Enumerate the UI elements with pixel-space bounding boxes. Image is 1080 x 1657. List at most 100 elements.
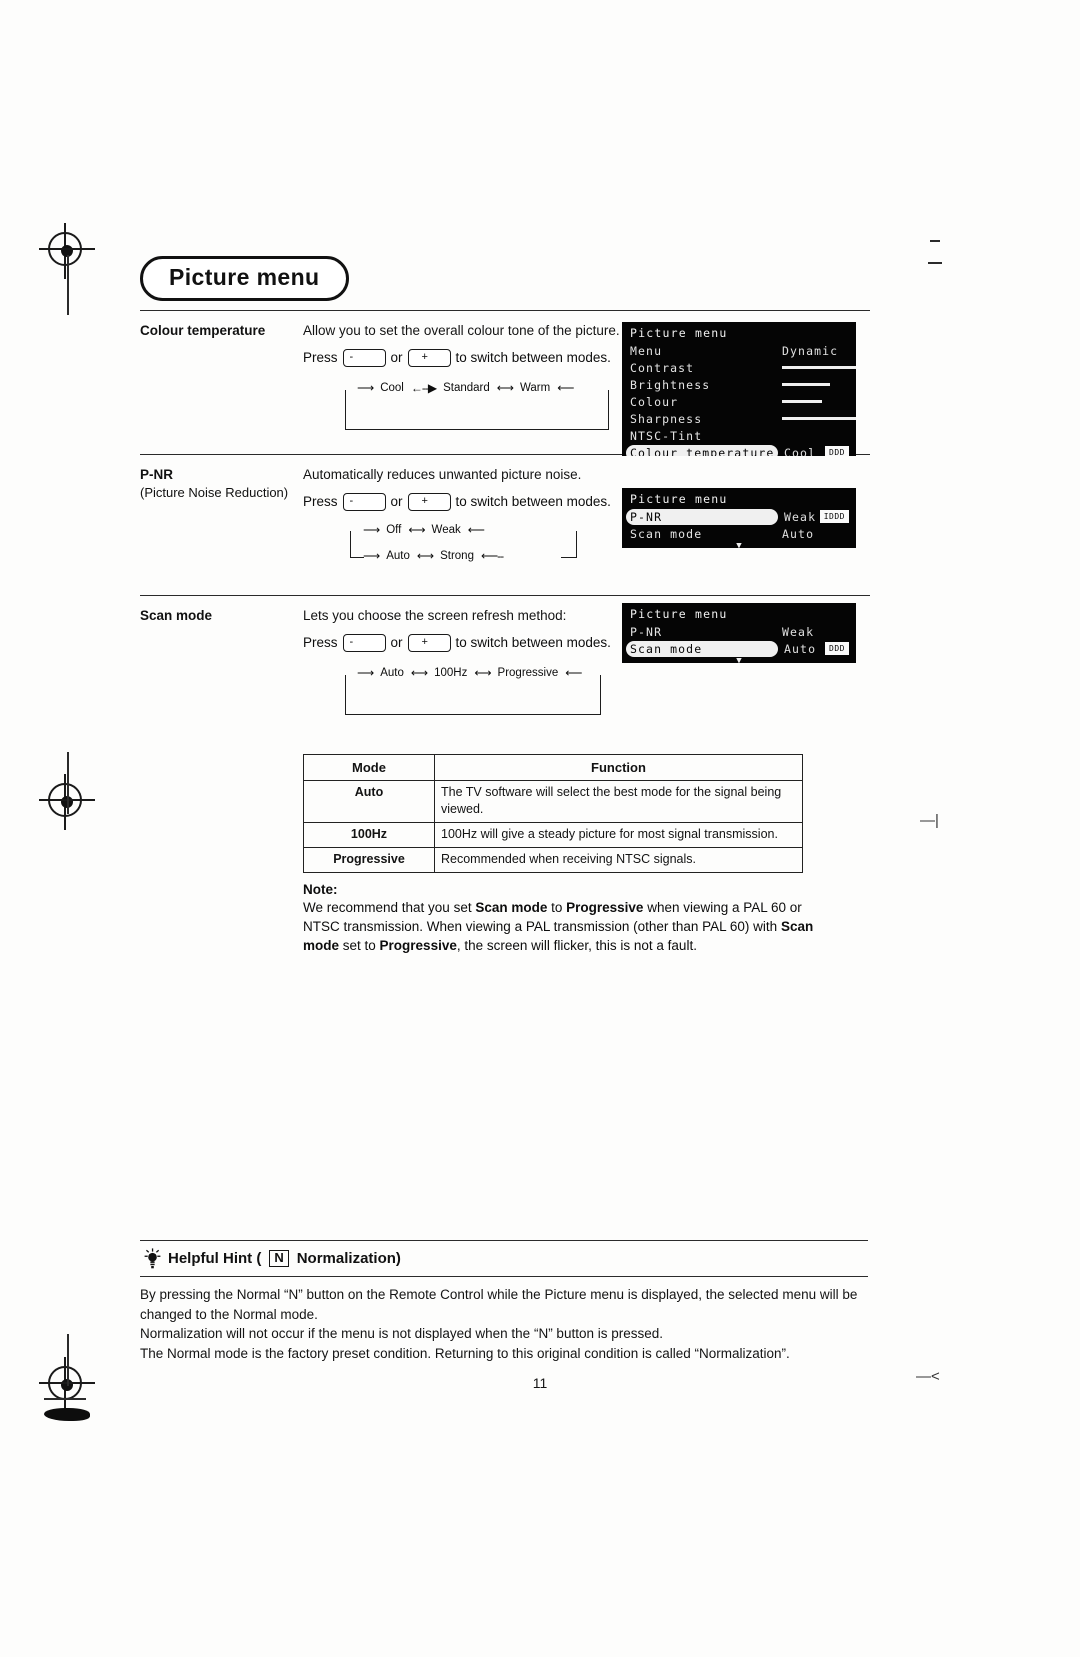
page-content: Picture menu Colour temperature Allow yo… [140,256,870,955]
note-bold: Scan mode [475,899,548,915]
arrow-right-icon: ⟶ [363,548,380,563]
note-part: , the screen will flicker, this is not a… [456,938,697,954]
osd-title: Picture menu [622,324,734,342]
entry-label-text: Colour temperature [140,323,266,338]
osd-row[interactable]: Scan mode Auto [622,525,856,542]
note-part: set to [339,938,380,954]
osd-level-bar [782,383,830,386]
helpful-hint-section: Helpful Hint ( N Normalization) By press… [140,1240,868,1363]
cycle-item: Off [386,523,402,536]
osd-row-name: Scan mode [626,640,778,657]
osd-screenshot-scan-mode: Picture menu P-NR Weak Scan mode Auto DD… [622,603,856,663]
normal-key-icon: N [269,1250,289,1267]
osd-row-selected[interactable]: P-NR Weak IDDD [622,508,856,525]
table-cell-function: 100Hz will give a steady picture for mos… [434,821,803,848]
arrow-both-icon: ⟷ [416,548,434,563]
osd-level-bar [782,400,822,403]
cycle-item: Progressive [497,666,559,679]
osd-row: Colour [622,393,856,410]
arrow-left-icon: ⟵-- [480,548,504,563]
cycle-row-bottom: ⟶ Auto ⟷ Strong ⟵-- [363,548,504,563]
osd-indicator-badge: IDDD [819,510,849,523]
osd-scroll-down-caret[interactable]: ▼ [622,542,856,549]
entry-description: Automatically reduces unwanted picture n… [303,466,582,482]
entry-label-subtext: (Picture Noise Reduction) [140,485,289,501]
arrow-right-icon: ⟶ [357,665,374,680]
osd-indicator-badge: DDD [825,642,849,655]
press-suffix: to switch between modes. [455,350,611,366]
scan-mode-cycle-diagram: ⟶ Auto ⟷ 100Hz ⟷ Progressive ⟵ [339,666,864,718]
entry-label: Scan mode [140,606,303,625]
osd-level-bar [782,417,856,420]
osd-row-name: P-NR [630,624,663,639]
osd-row-name: P-NR [626,508,778,525]
table-cell-mode: Auto [303,780,435,823]
osd-screenshot-p-nr: Picture menu P-NR Weak IDDD Scan mode Au… [622,488,856,548]
arrow-both-icon: ⟷ [496,380,514,395]
press-suffix: to switch between modes. [455,494,611,510]
osd-title: Picture menu [622,605,734,623]
osd-row: Contrast [622,359,856,376]
press-prefix: Press [303,634,338,650]
cycle-item: Strong [440,549,474,562]
arrow-left-icon: ⟵ [565,665,582,680]
note-body: We recommend that you set Scan mode to P… [303,898,825,956]
cycle-item: Weak [431,523,461,536]
press-or: or [390,350,403,366]
hint-body: By pressing the Normal “N” button on the… [140,1277,868,1363]
osd-row-name: Menu [630,343,663,358]
cycle-items: ⟶ Auto ⟷ 100Hz ⟷ Progressive ⟵ [357,665,582,680]
minus-key-icon: - [342,633,386,652]
osd-row-name: NTSC-Tint [630,428,703,443]
crop-mark-right-middle: —| [920,812,939,829]
table-row: Progressive Recommended when receiving N… [303,846,803,873]
entry-label-text: P-NR [140,466,173,482]
table-header-function: Function [434,753,803,782]
cycle-row-top: ⟶ Off ⟷ Weak ⟵ [363,522,485,537]
osd-row-name: Contrast [630,360,695,375]
osd-row: Sharpness [622,410,856,427]
entry-label-text: Scan mode [140,607,213,623]
arrow-left-icon: ⟵ [467,522,485,537]
cycle-item: Auto [380,666,404,679]
osd-row-selected[interactable]: Scan mode Auto DDD [622,640,856,657]
osd-screenshot-colour-temperature: Picture menu Menu Dynamic Contrast Brigh… [622,322,856,456]
edge-tick [67,255,69,315]
cycle-item: Standard [443,381,490,394]
osd-row-value: Dynamic [782,343,839,358]
note-bold: Progressive [379,938,457,954]
plus-key-icon: + [407,633,451,652]
cycle-loop-left-stem [350,530,364,558]
scan-mode-table: Mode Function Auto The TV software will … [303,753,803,873]
arrow-right-icon: ⟶ [357,380,374,395]
cycle-item: Cool [380,381,404,394]
osd-row-value: Weak [782,624,815,639]
entry-label: Colour temperature [140,321,303,340]
note-heading: Note: [303,881,338,897]
osd-title: Picture menu [622,490,734,508]
plus-key-icon: + [407,349,451,368]
edge-tick [44,1398,86,1400]
lightbulb-icon [144,1248,161,1269]
osd-row-value: Weak [784,509,817,524]
hint-title-before: Helpful Hint ( [168,1250,262,1267]
press-or: or [390,494,403,510]
table-cell-function: Recommended when receiving NTSC signals. [434,846,803,873]
scan-mode-table-wrap: Mode Function Auto The TV software will … [303,753,870,956]
cycle-loop-frame [345,389,609,430]
note-part: We recommend that you set [303,899,476,915]
page-number: 11 [532,1375,548,1391]
press-suffix: to switch between modes. [455,634,611,650]
osd-row-value: Auto [782,526,815,541]
osd-scroll-down-caret[interactable]: ▼ [622,657,856,664]
arrow-both-icon: ⟷ [474,665,491,680]
page-title: Picture menu [140,256,349,301]
cycle-item: 100Hz [434,666,468,679]
osd-row: Menu Dynamic [622,342,856,359]
cycle-items: ⟶ Cool ←--▶ Standard ⟷ Warm ⟵ [357,380,574,395]
arrow-left-icon: ⟵ [557,380,574,395]
arrow-both-icon: ⟷ [410,665,428,680]
press-or: or [390,634,403,650]
osd-row: NTSC-Tint [622,427,856,444]
osd-row[interactable]: P-NR Weak [622,623,856,640]
